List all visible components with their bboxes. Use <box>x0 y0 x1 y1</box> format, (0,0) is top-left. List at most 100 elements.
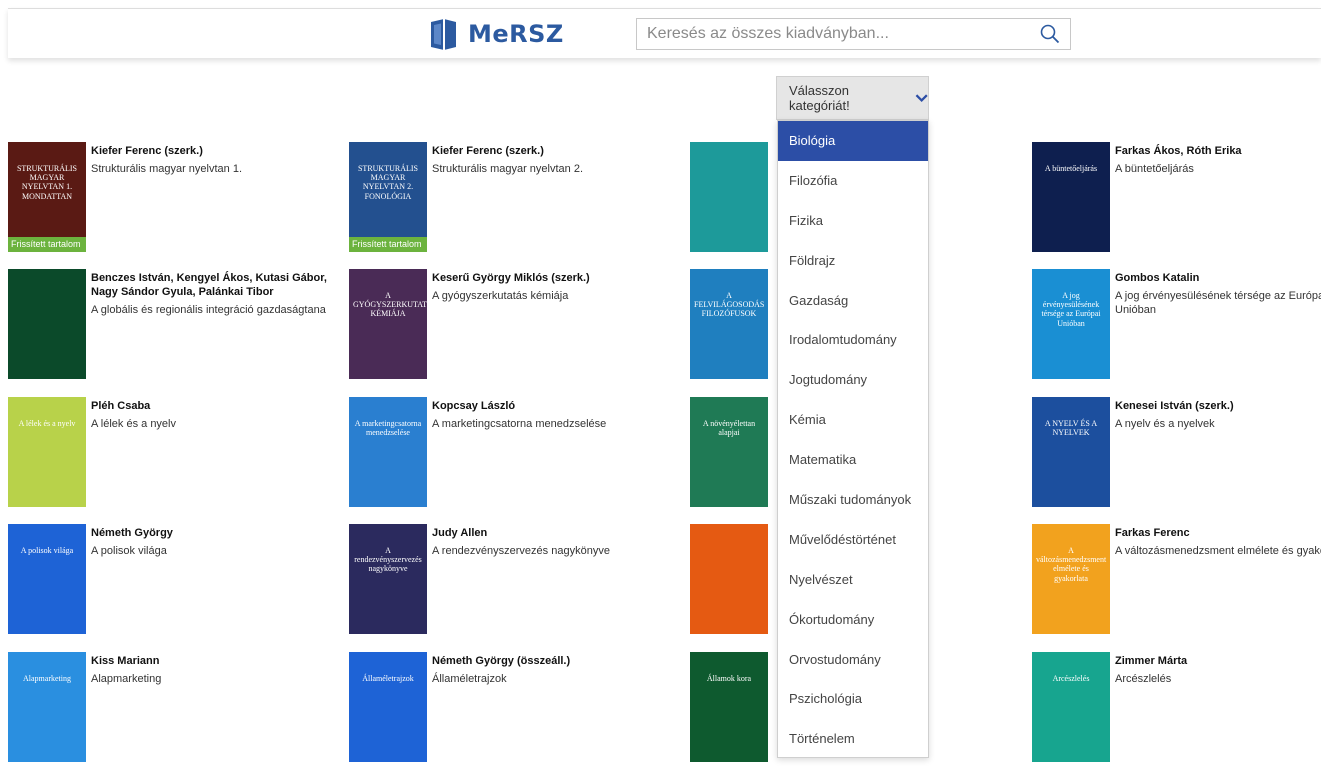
book-cover[interactable]: STRUKTURÁLIS MAGYAR NYELVTAN 2. FONOLÓGI… <box>349 142 427 252</box>
book-card[interactable]: STRUKTURÁLIS MAGYAR NYELVTAN 1. MONDATTA… <box>8 142 338 254</box>
book-cover[interactable]: A polisok világa <box>8 524 86 634</box>
book-title[interactable]: A gyógyszerkutatás kémiája <box>432 289 672 303</box>
chevron-down-icon <box>915 94 928 102</box>
book-card[interactable]: Államéletrajzok Németh György (összeáll.)… <box>349 652 679 764</box>
book-cover[interactable] <box>690 142 768 252</box>
category-option[interactable]: Jogtudomány <box>778 360 928 400</box>
book-card[interactable]: A jog érvényesülésének térsége az Európa… <box>1032 269 1321 381</box>
book-title[interactable]: Strukturális magyar nyelvtan 1. <box>91 162 331 176</box>
category-option[interactable]: Történelem <box>778 719 928 759</box>
book-info: Kenesei István (szerk.) A nyelv és a nyel… <box>1115 399 1321 431</box>
book-info: Kiss Mariann Alapmarketing <box>91 654 331 686</box>
category-option[interactable]: Fizika <box>778 201 928 241</box>
category-option[interactable]: Nyelvészet <box>778 560 928 600</box>
book-cover[interactable]: A büntetőeljárás <box>1032 142 1110 252</box>
book-card[interactable]: A lélek és a nyelv Pléh Csaba A lélek és a… <box>8 397 338 509</box>
book-title[interactable]: A jog érvényesülésének térsége az Európa… <box>1115 289 1321 317</box>
book-cover-text: Alapmarketing <box>23 674 71 683</box>
book-cover[interactable]: A GYÓGYSZERKUTATÁS KÉMIÁJA <box>349 269 427 379</box>
book-cover[interactable]: A NYELV ÉS A NYELVEK <box>1032 397 1110 507</box>
book-cover[interactable] <box>8 269 86 379</box>
book-author: Farkas Ákos, Róth Erika <box>1115 145 1242 157</box>
search-icon <box>1040 24 1060 44</box>
book-card[interactable]: Arcészlelés Zimmer Márta Arcészlelés <box>1032 652 1321 764</box>
book-title[interactable]: Alapmarketing <box>91 672 331 686</box>
category-option[interactable]: Irodalomtudomány <box>778 320 928 360</box>
book-card[interactable]: A változásmenedzsment elmélete és gyakor… <box>1032 524 1321 636</box>
book-title[interactable]: A változásmenedzsment elmélete és gyakor… <box>1115 544 1321 558</box>
book-cover-text: STRUKTURÁLIS MAGYAR NYELVTAN 2. FONOLÓGI… <box>357 164 418 201</box>
book-author: Farkas Ferenc <box>1115 527 1190 539</box>
book-card[interactable]: Alapmarketing Kiss Mariann Alapmarketing <box>8 652 338 764</box>
category-option[interactable]: Kémia <box>778 400 928 440</box>
search-box <box>636 18 1071 50</box>
book-cover[interactable]: A rendezvényszervezés nagykönyve <box>349 524 427 634</box>
category-option[interactable]: Pszichológia <box>778 679 928 719</box>
search-button[interactable] <box>1030 19 1070 49</box>
book-info: Pléh Csaba A lélek és a nyelv <box>91 399 331 431</box>
book-title[interactable]: A rendezvényszervezés nagykönyve <box>432 544 672 558</box>
book-cover-text: Államéletrajzok <box>362 674 414 683</box>
book-card[interactable]: A GYÓGYSZERKUTATÁS KÉMIÁJA Keserű György … <box>349 269 679 381</box>
category-option[interactable]: Orvostudomány <box>778 640 928 680</box>
book-title[interactable]: A globális és regionális integráció gazd… <box>91 303 331 317</box>
book-cover-text: A FELVILÁGOSODÁS FILOZÓFUSOK <box>694 291 765 319</box>
book-author: Keserű György Miklós (szerk.) <box>432 272 590 284</box>
category-option[interactable]: Ókortudomány <box>778 600 928 640</box>
book-title[interactable]: A lélek és a nyelv <box>91 417 331 431</box>
book-cover[interactable] <box>690 524 768 634</box>
category-option[interactable]: Művelődéstörténet <box>778 520 928 560</box>
book-title[interactable]: A büntetőeljárás <box>1115 162 1321 176</box>
book-info: Kopcsay László A marketingcsatorna menedz… <box>432 399 672 431</box>
book-cover[interactable]: A lélek és a nyelv <box>8 397 86 507</box>
book-cover-text: A GYÓGYSZERKUTATÁS KÉMIÁJA <box>353 291 427 319</box>
book-title[interactable]: A marketingcsatorna menedzselése <box>432 417 672 431</box>
book-author: Kenesei István (szerk.) <box>1115 400 1234 412</box>
category-option[interactable]: Földrajz <box>778 241 928 281</box>
book-author: Zimmer Márta <box>1115 655 1188 667</box>
book-title[interactable]: A nyelv és a nyelvek <box>1115 417 1321 431</box>
category-option[interactable]: Műszaki tudományok <box>778 480 928 520</box>
book-card[interactable]: A rendezvényszervezés nagykönyve Judy All… <box>349 524 679 636</box>
book-author: Pléh Csaba <box>91 400 151 412</box>
book-logo-icon <box>431 19 456 50</box>
book-cover[interactable]: STRUKTURÁLIS MAGYAR NYELVTAN 1. MONDATTA… <box>8 142 86 252</box>
book-cover-text: A büntetőeljárás <box>1044 164 1098 173</box>
book-title[interactable]: A polisok világa <box>91 544 331 558</box>
book-cover-text: Államok kora <box>706 674 752 683</box>
book-title[interactable]: Arcészlelés <box>1115 672 1321 686</box>
book-cover-text: STRUKTURÁLIS MAGYAR NYELVTAN 1. MONDATTA… <box>16 164 77 201</box>
book-title[interactable]: Államéletrajzok <box>432 672 672 686</box>
book-info: Benczes István, Kengyel Ákos, Kutasi Gáb… <box>91 271 331 317</box>
book-card[interactable]: Benczes István, Kengyel Ákos, Kutasi Gáb… <box>8 269 338 381</box>
book-cover[interactable]: Arcészlelés <box>1032 652 1110 762</box>
category-option[interactable]: Biológia <box>778 121 928 161</box>
book-card[interactable]: A büntetőeljárás Farkas Ákos, Róth Erika A… <box>1032 142 1321 254</box>
book-cover[interactable]: A változásmenedzsment elmélete és gyakor… <box>1032 524 1110 634</box>
book-card[interactable]: STRUKTURÁLIS MAGYAR NYELVTAN 2. FONOLÓGI… <box>349 142 679 254</box>
book-title[interactable]: Strukturális magyar nyelvtan 2. <box>432 162 672 176</box>
book-cover[interactable]: A jog érvényesülésének térsége az Európa… <box>1032 269 1110 379</box>
book-author: Kiefer Ferenc (szerk.) <box>432 145 544 157</box>
search-input[interactable] <box>637 19 1030 49</box>
category-select[interactable]: Válasszon kategóriát! <box>776 76 929 120</box>
book-info: Farkas Ferenc A változásmenedzsment elmél… <box>1115 526 1321 558</box>
updated-content-badge: Frissített tartalom <box>349 237 427 252</box>
book-cover[interactable]: A marketingcsatorna menedzselése <box>349 397 427 507</box>
logo[interactable]: MeRSZ <box>426 15 564 53</box>
book-cover[interactable]: Államok kora <box>690 652 768 762</box>
book-cover[interactable]: A növényélettan alapjai <box>690 397 768 507</box>
book-card[interactable]: A NYELV ÉS A NYELVEK Kenesei István (szer… <box>1032 397 1321 509</box>
book-cover[interactable]: Államéletrajzok <box>349 652 427 762</box>
book-info: Farkas Ákos, Róth Erika A büntetőeljárás <box>1115 144 1321 176</box>
book-author: Németh György (összeáll.) <box>432 655 571 667</box>
book-card[interactable]: A polisok világa Németh György A polisok v… <box>8 524 338 636</box>
category-option[interactable]: Filozófia <box>778 161 928 201</box>
book-card[interactable]: A marketingcsatorna menedzselése Kopcsay … <box>349 397 679 509</box>
category-option[interactable]: Gazdaság <box>778 281 928 321</box>
category-option[interactable]: Matematika <box>778 440 928 480</box>
book-author: Kiefer Ferenc (szerk.) <box>91 145 203 157</box>
book-author: Benczes István, Kengyel Ákos, Kutasi Gáb… <box>91 272 327 298</box>
book-cover[interactable]: Alapmarketing <box>8 652 86 762</box>
book-cover[interactable]: A FELVILÁGOSODÁS FILOZÓFUSOK <box>690 269 768 379</box>
